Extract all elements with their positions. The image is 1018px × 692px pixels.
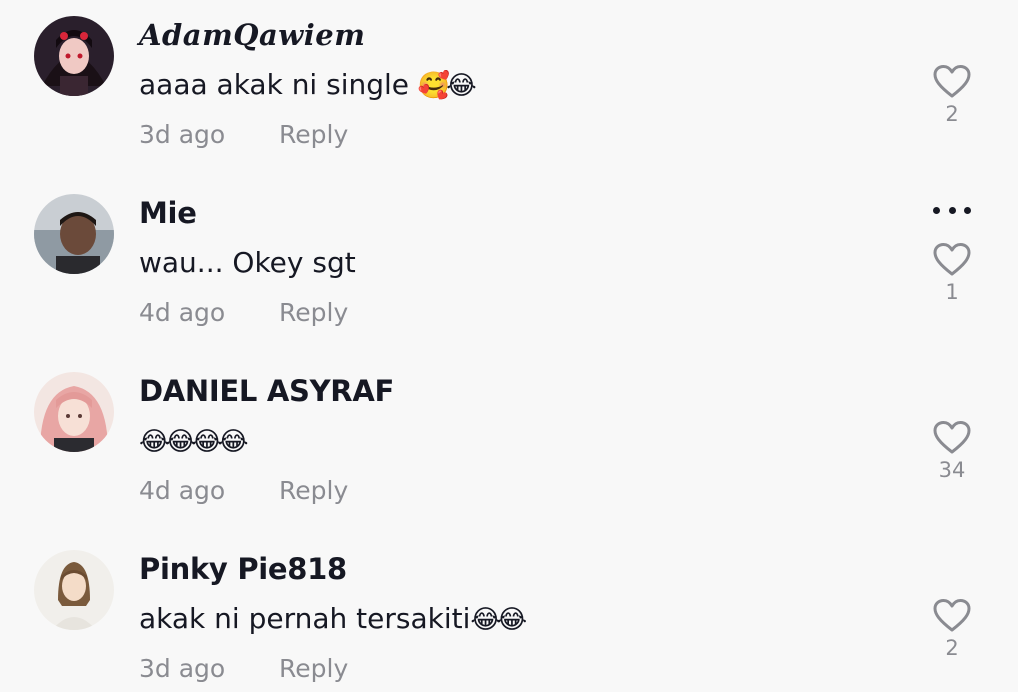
comment-text: akak ni pernah tersakiti😂😂 bbox=[139, 602, 527, 635]
heart-outline-icon bbox=[933, 65, 971, 98]
like-button[interactable]: 34 bbox=[929, 420, 975, 482]
comment-timestamp: 4d ago bbox=[139, 298, 226, 327]
comment-timestamp: 3d ago bbox=[139, 654, 226, 683]
like-count: 2 bbox=[945, 636, 959, 660]
reply-button[interactable]: Reply bbox=[279, 120, 348, 149]
username[interactable]: AdamQawiem bbox=[139, 18, 365, 52]
reply-button[interactable]: Reply bbox=[279, 476, 348, 505]
like-count: 2 bbox=[945, 102, 959, 126]
comment-emoji: 🥰😂 bbox=[417, 71, 477, 101]
comment-meta: 4d ago Reply bbox=[139, 476, 348, 505]
comment-emoji: 😂😂😂😂 bbox=[139, 427, 249, 457]
reply-button[interactable]: Reply bbox=[279, 298, 348, 327]
avatar-image bbox=[34, 194, 114, 274]
avatar-image bbox=[34, 372, 114, 452]
heart-outline-icon bbox=[933, 421, 971, 454]
comment-timestamp: 3d ago bbox=[139, 120, 226, 149]
reply-button[interactable]: Reply bbox=[279, 654, 348, 683]
comment-timestamp: 4d ago bbox=[139, 476, 226, 505]
comment-text: 😂😂😂😂 bbox=[139, 424, 249, 457]
comment-body: wau... Okey sgt bbox=[139, 246, 356, 279]
comment-text: wau... Okey sgt bbox=[139, 246, 356, 279]
like-button[interactable]: 1 bbox=[929, 242, 975, 304]
comment-text: aaaa akak ni single 🥰😂 bbox=[139, 68, 477, 101]
comment-list: AdamQawiem aaaa akak ni single 🥰😂 3d ago… bbox=[0, 0, 1018, 692]
username[interactable]: Mie bbox=[139, 196, 197, 230]
comment-body: akak ni pernah tersakiti bbox=[139, 602, 471, 635]
avatar-image bbox=[34, 550, 114, 630]
comment-item: Pinky Pie818 akak ni pernah tersakiti😂😂 … bbox=[0, 542, 1018, 692]
avatar[interactable] bbox=[34, 16, 114, 96]
more-dot bbox=[964, 206, 971, 214]
username[interactable]: DANIEL ASYRAF bbox=[139, 374, 394, 408]
avatar-image bbox=[34, 16, 114, 96]
avatar[interactable] bbox=[34, 550, 114, 630]
heart-outline-icon bbox=[933, 599, 971, 632]
avatar[interactable] bbox=[34, 194, 114, 274]
more-dot bbox=[948, 206, 956, 214]
username[interactable]: Pinky Pie818 bbox=[139, 552, 347, 586]
comment-meta: 3d ago Reply bbox=[139, 654, 348, 683]
heart-outline-icon bbox=[933, 243, 971, 276]
like-count: 1 bbox=[945, 280, 959, 304]
more-dot bbox=[933, 206, 940, 214]
comment-body: aaaa akak ni single bbox=[139, 68, 410, 101]
more-options-icon[interactable] bbox=[929, 200, 975, 220]
comment-item: AdamQawiem aaaa akak ni single 🥰😂 3d ago… bbox=[0, 8, 1018, 186]
comment-meta: 4d ago Reply bbox=[139, 298, 348, 327]
like-count: 34 bbox=[938, 458, 966, 482]
comment-item: DANIEL ASYRAF 😂😂😂😂 4d ago Reply 34 bbox=[0, 364, 1018, 542]
comment-meta: 3d ago Reply bbox=[139, 120, 348, 149]
avatar[interactable] bbox=[34, 372, 114, 452]
comment-emoji: 😂😂 bbox=[470, 605, 527, 635]
like-button[interactable]: 2 bbox=[929, 64, 975, 126]
comment-item: Mie wau... Okey sgt 4d ago Reply 1 bbox=[0, 186, 1018, 364]
like-button[interactable]: 2 bbox=[929, 598, 975, 660]
